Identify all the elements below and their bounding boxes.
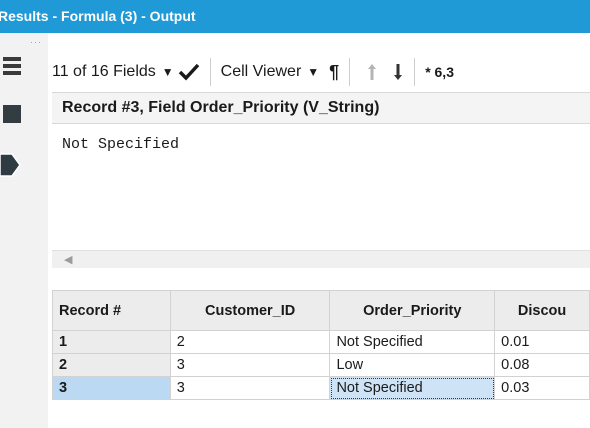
cell-viewer-label: Cell Viewer [220, 63, 302, 80]
chevron-down-icon: ▼ [307, 65, 320, 79]
column-header-discount[interactable]: Discou [494, 290, 590, 331]
panel-icon[interactable] [3, 105, 21, 123]
record-number-cell[interactable]: 3 [52, 376, 171, 400]
discount-cell[interactable]: 0.08 [494, 353, 590, 377]
fields-dropdown[interactable]: 11 of 16 Fields ▼ [52, 52, 174, 92]
grip-icon[interactable]: ··· [30, 38, 44, 47]
checkmark-icon[interactable] [178, 63, 200, 81]
fields-dropdown-label: 11 of 16 Fields [52, 63, 156, 80]
discount-cell[interactable]: 0.01 [494, 330, 590, 354]
cell-viewer-dropdown[interactable]: Cell Viewer ▼ [221, 52, 320, 92]
arrow-down-icon[interactable] [392, 63, 404, 81]
window-title: Results - Formula (3) - Output [0, 8, 196, 24]
column-header-customer-id[interactable]: Customer_ID [169, 290, 331, 331]
customer-id-cell[interactable]: 2 [169, 330, 331, 354]
window-title-bar: Results - Formula (3) - Output [0, 0, 590, 33]
order-priority-cell[interactable]: Not Specified [329, 330, 496, 354]
table-row[interactable]: 2 3 Low 0.08 [52, 353, 590, 377]
discount-cell[interactable]: 0.03 [494, 376, 590, 400]
order-priority-cell-focused[interactable]: Not Specified [329, 376, 496, 400]
record-field-header: Record #3, Field Order_Priority (V_Strin… [52, 92, 590, 124]
toolbar-divider [209, 58, 211, 86]
arrow-up-icon[interactable] [366, 63, 378, 81]
column-header-record[interactable]: Record # [52, 290, 171, 331]
horizontal-scrollbar[interactable]: ◀ [52, 250, 590, 268]
cell-viewer-text[interactable]: Not Specified [52, 124, 590, 250]
results-toolbar: 11 of 16 Fields ▼ Cell Viewer ▼ ¶ * 6,3 [52, 52, 590, 92]
record-number-cell[interactable]: 2 [52, 353, 171, 377]
column-header-order-priority[interactable]: Order_Priority [329, 290, 496, 331]
customer-id-cell[interactable]: 3 [169, 376, 331, 400]
panel-gap [52, 268, 590, 290]
chevron-down-icon: ▼ [161, 65, 174, 79]
record-number-cell[interactable]: 1 [52, 330, 171, 354]
results-grid: Record # Customer_ID Order_Priority Disc… [52, 290, 590, 400]
record-count: * 6,3 [425, 64, 454, 80]
toolbar-divider [414, 58, 416, 86]
table-row[interactable]: 1 2 Not Specified 0.01 [52, 330, 590, 354]
table-row-selected[interactable]: 3 3 Not Specified 0.03 [52, 376, 590, 400]
scroll-left-icon[interactable]: ◀ [64, 253, 72, 266]
order-priority-cell[interactable]: Low [329, 353, 496, 377]
expand-arrow-icon[interactable] [0, 152, 22, 178]
toolbar-divider [349, 58, 351, 86]
customer-id-cell[interactable]: 3 [169, 353, 331, 377]
pilcrow-icon[interactable]: ¶ [329, 62, 339, 83]
hamburger-icon[interactable] [3, 57, 21, 79]
left-rail [0, 33, 48, 428]
